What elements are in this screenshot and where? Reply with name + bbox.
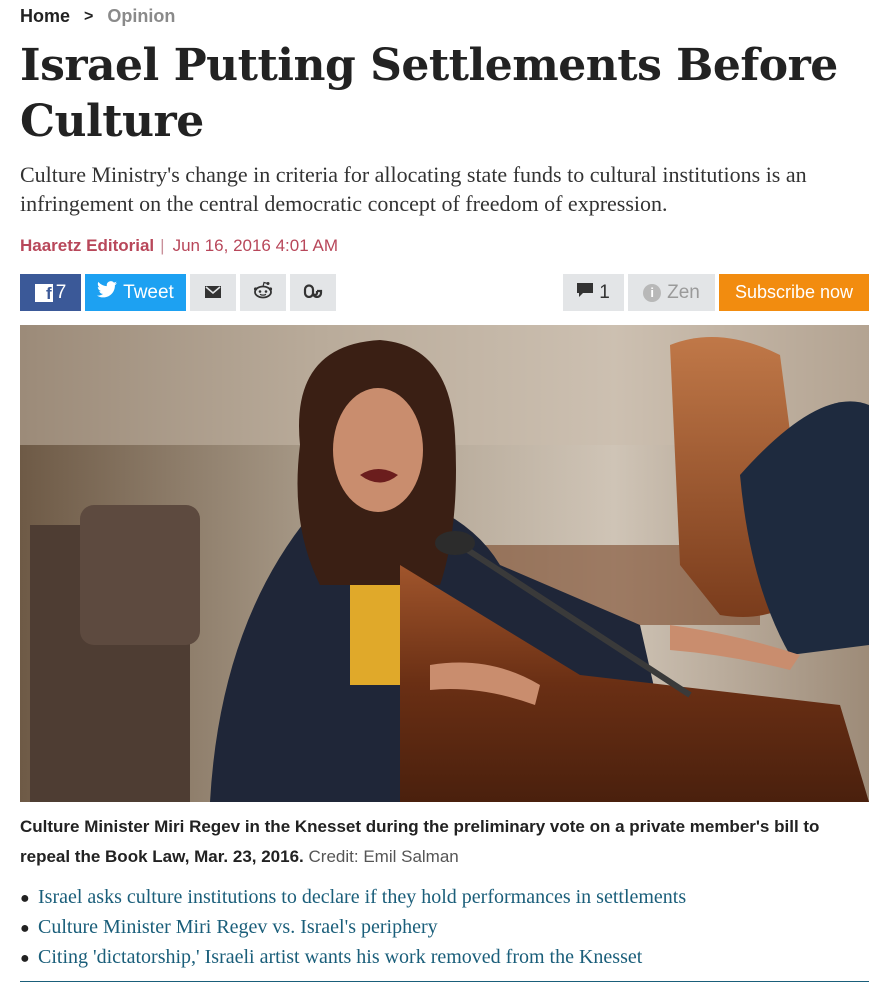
comment-icon <box>577 282 594 304</box>
breadcrumb-home-link[interactable]: Home <box>20 6 70 27</box>
related-article-link[interactable]: Israel asks culture institutions to decl… <box>38 883 686 911</box>
byline: Haaretz Editorial | Jun 16, 2016 4:01 AM <box>20 236 338 256</box>
tweet-button[interactable]: Tweet <box>85 274 186 311</box>
email-share-button[interactable] <box>190 274 236 311</box>
facebook-icon: f <box>34 283 53 302</box>
article-subtitle: Culture Ministry's change in criteria fo… <box>20 162 807 216</box>
subscribe-button[interactable]: Subscribe now <box>719 274 869 311</box>
bullet: ● <box>20 890 30 907</box>
author-link[interactable]: Haaretz Editorial <box>20 236 154 256</box>
related-articles-list: ● Israel asks culture institutions to de… <box>20 883 869 973</box>
related-article-item: ● Citing 'dictatorship,' Israeli artist … <box>20 943 869 973</box>
breadcrumb-section-link[interactable]: Opinion <box>107 6 175 27</box>
credit-label: Credit: <box>308 847 359 866</box>
stumbleupon-share-button[interactable] <box>290 274 336 311</box>
breadcrumb-separator: > <box>84 7 94 25</box>
facebook-share-button[interactable]: f 7 <box>20 274 81 311</box>
share-toolbar: f 7 Tweet 1 i Zen Subscribe now <box>20 274 869 311</box>
facebook-share-count: 7 <box>55 281 67 303</box>
credit-name: Emil Salman <box>363 847 459 866</box>
article-page: Home > Opinion Israel Putting Settlement… <box>0 0 888 995</box>
tweet-label: Tweet <box>123 281 174 303</box>
comment-count: 1 <box>599 281 610 303</box>
bullet: ● <box>20 950 30 967</box>
publish-date: Jun 16, 2016 4:01 AM <box>172 236 338 255</box>
related-article-link[interactable]: Citing 'dictatorship,' Israeli artist wa… <box>38 943 642 971</box>
zen-mode-button[interactable]: i Zen <box>628 274 715 311</box>
stumbleupon-icon <box>303 282 323 304</box>
photo-caption: Culture Minister Miri Regev in the Kness… <box>20 812 872 872</box>
bullet: ● <box>20 920 30 937</box>
mail-icon <box>205 282 221 304</box>
breadcrumb: Home > Opinion <box>20 6 175 27</box>
reddit-share-button[interactable] <box>240 274 286 311</box>
related-article-item: ● Israel asks culture institutions to de… <box>20 883 869 913</box>
zen-icon: i <box>643 283 662 302</box>
related-article-item: ● Culture Minister Miri Regev vs. Israel… <box>20 913 869 943</box>
zen-label: Zen <box>667 281 700 303</box>
comments-button[interactable]: 1 <box>563 274 624 311</box>
related-article-link[interactable]: Culture Minister Miri Regev vs. Israel's… <box>38 913 438 941</box>
twitter-icon <box>97 281 118 304</box>
article-photo <box>20 325 869 802</box>
section-divider <box>20 981 869 982</box>
reddit-icon <box>253 281 273 305</box>
byline-separator: | <box>160 236 165 255</box>
article-title: Israel Putting Settlements Before Cultur… <box>20 40 838 147</box>
